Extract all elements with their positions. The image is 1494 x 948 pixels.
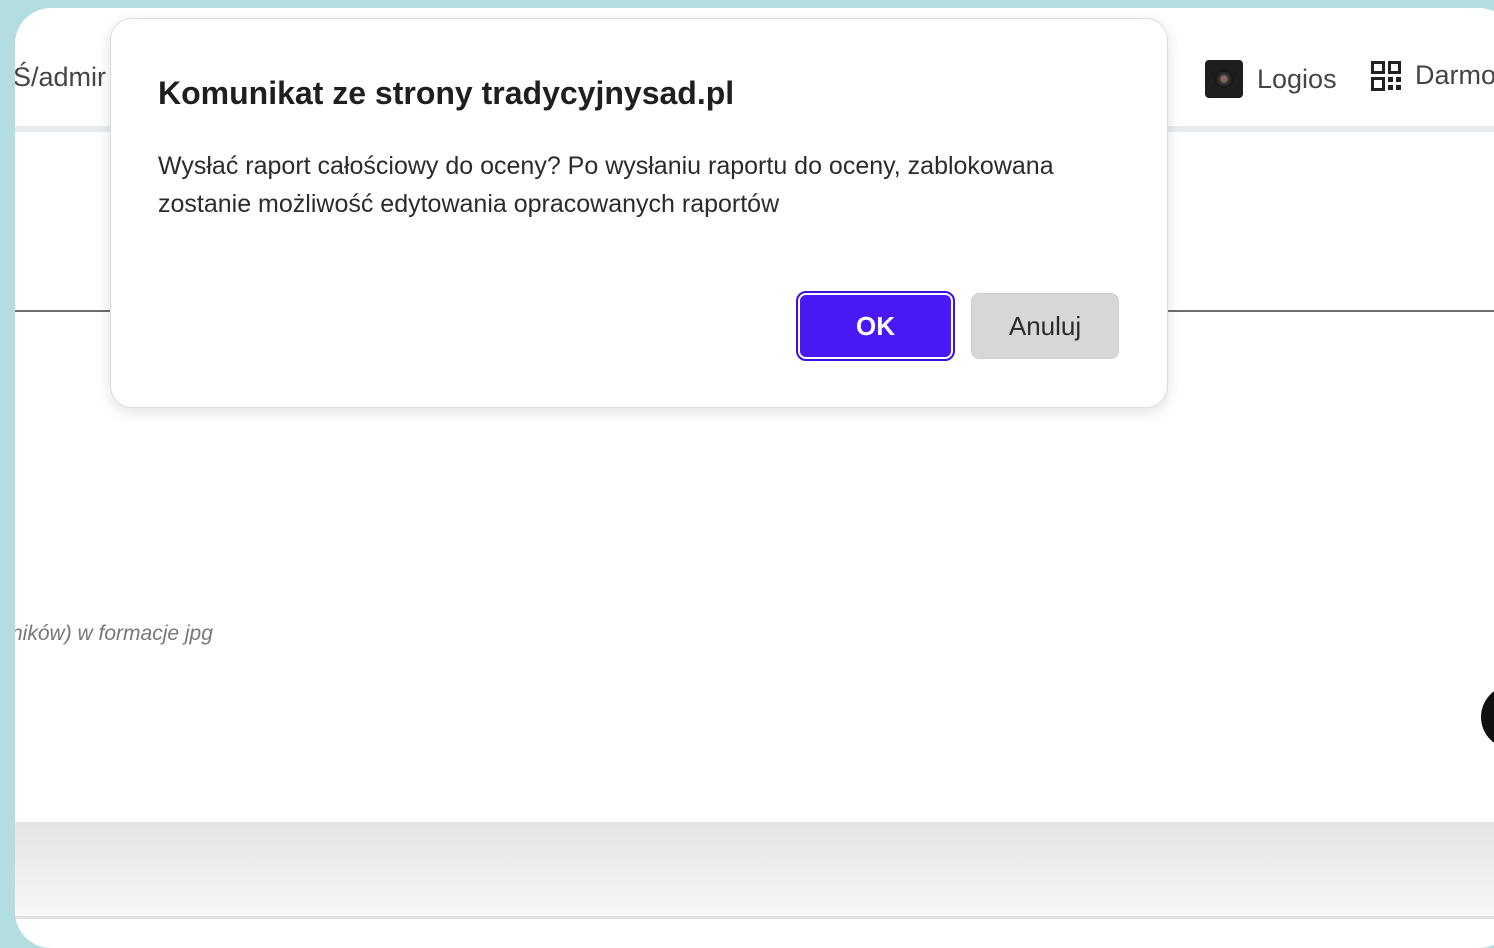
floating-action-button[interactable] (1481, 685, 1494, 749)
bookmark-label: Logios (1257, 63, 1337, 94)
logios-icon (1205, 60, 1243, 98)
bookmark-darmo[interactable]: Darmo (1371, 60, 1494, 91)
qr-code-icon (1371, 60, 1401, 91)
bookmark-logios[interactable]: Logios (1205, 60, 1337, 98)
page-footer (15, 822, 1494, 919)
dialog-message: Wysłać raport całościowy do oceny? Po wy… (158, 152, 1054, 218)
bookmark-label: Darmo (1415, 60, 1494, 90)
address-bar-text[interactable]: Ś/admir (15, 62, 106, 93)
file-format-hint: ników) w formacje jpg (15, 622, 213, 645)
ok-button[interactable]: OK (796, 291, 955, 361)
confirm-dialog: Komunikat ze strony tradycyjnysad.pl Wys… (110, 18, 1168, 408)
dialog-title: Komunikat ze strony tradycyjnysad.pl (158, 75, 735, 111)
cancel-button[interactable]: Anuluj (971, 293, 1119, 359)
